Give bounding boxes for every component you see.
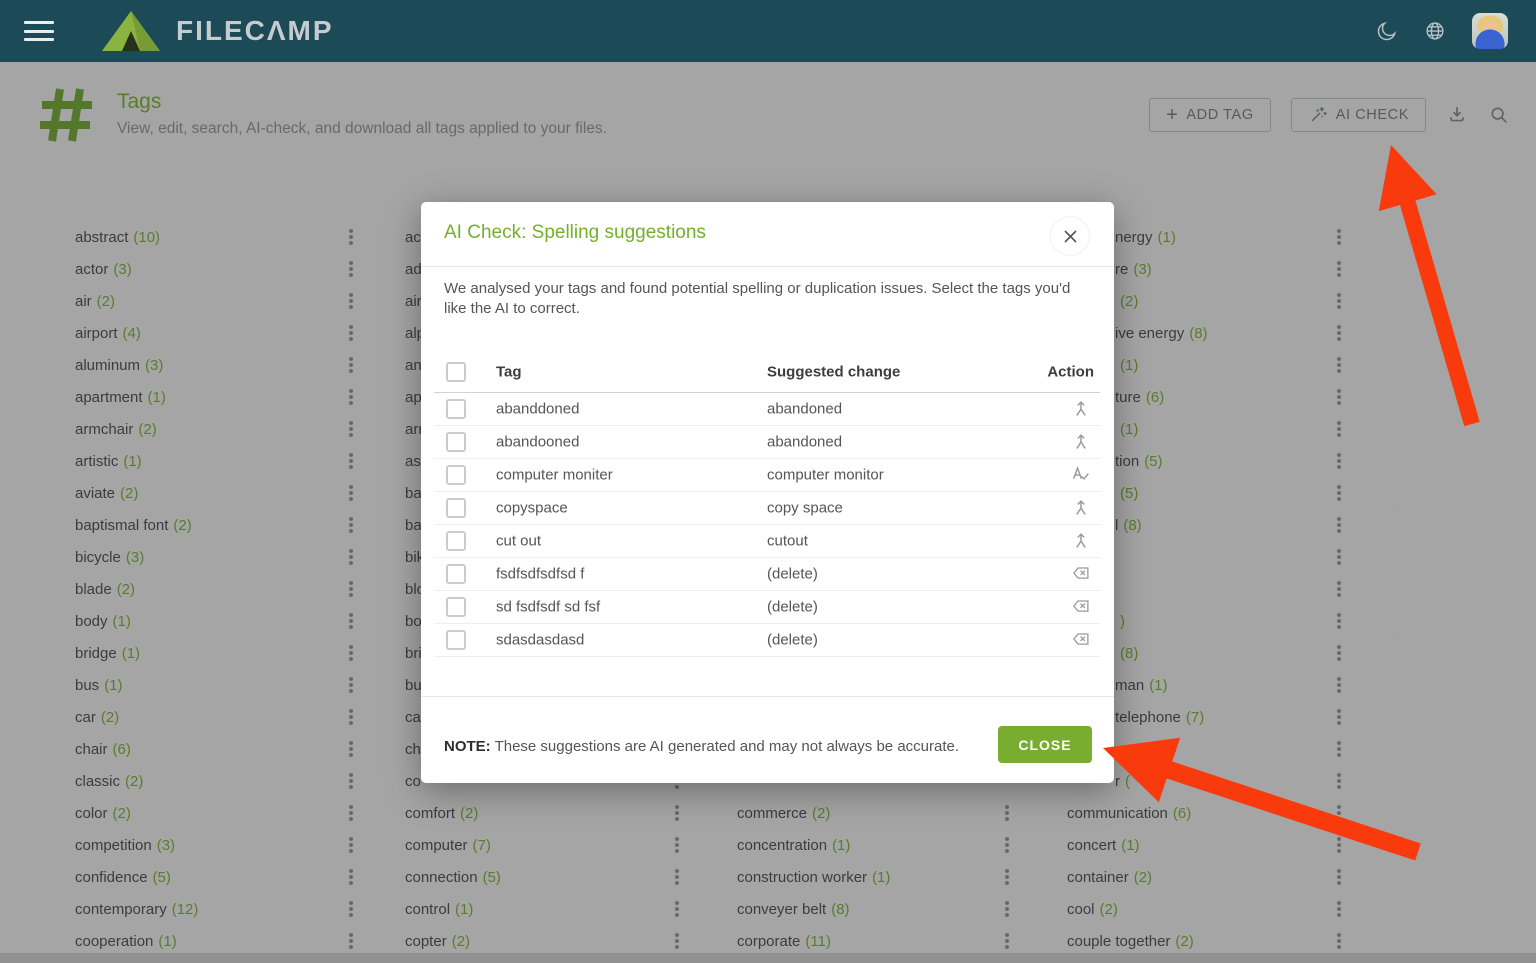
spellcheck-icon[interactable]	[1070, 464, 1092, 486]
suggestion-row: fsdfsdfsdfsd f (delete)	[434, 558, 1100, 591]
row-tag: cut out	[496, 533, 541, 550]
close-icon[interactable]	[1050, 216, 1090, 256]
menu-icon[interactable]	[24, 21, 54, 41]
suggestions-table: Tag Suggested change Action abanddonedab…	[434, 352, 1100, 657]
note-label: NOTE:	[444, 738, 491, 755]
column-header-tag: Tag	[496, 364, 522, 381]
row-tag: copyspace	[496, 500, 568, 517]
row-suggestion: cutout	[767, 533, 808, 550]
tent-logo-icon	[100, 9, 162, 53]
row-suggestion: computer monitor	[767, 467, 884, 484]
suggestion-row: copyspace copy space	[434, 492, 1100, 525]
select-all-checkbox[interactable]	[446, 362, 466, 382]
merge-icon[interactable]	[1070, 431, 1092, 453]
suggestion-row: abandooned abandoned	[434, 426, 1100, 459]
brand-text: FILECΛMP	[176, 15, 334, 47]
row-suggestion: (delete)	[767, 566, 818, 583]
suggestion-row: sd fsdfsdf sd fsf (delete)	[434, 591, 1100, 624]
row-suggestion: abandoned	[767, 401, 842, 418]
row-tag: computer moniter	[496, 467, 613, 484]
row-checkbox[interactable]	[446, 498, 466, 518]
divider	[421, 696, 1114, 697]
row-tag: fsdfsdfsdfsd f	[496, 566, 584, 583]
row-suggestion: (delete)	[767, 599, 818, 616]
avatar[interactable]	[1472, 13, 1508, 49]
row-tag: abandooned	[496, 434, 579, 451]
row-tag: sd fsdfsdf sd fsf	[496, 599, 600, 616]
suggestion-row: abanddoned abandoned	[434, 393, 1100, 426]
filecamp-logo: FILECΛMP	[100, 9, 334, 53]
row-suggestion: (delete)	[767, 632, 818, 649]
globe-icon[interactable]	[1424, 20, 1446, 42]
note-text: These suggestions are AI generated and m…	[491, 738, 959, 755]
backspace-icon[interactable]	[1070, 629, 1092, 651]
row-checkbox[interactable]	[446, 465, 466, 485]
row-tag: abanddoned	[496, 401, 579, 418]
row-checkbox[interactable]	[446, 564, 466, 584]
suggestion-row: cut out cutout	[434, 525, 1100, 558]
row-suggestion: abandoned	[767, 434, 842, 451]
suggestion-row: sdasdasdasd (delete)	[434, 624, 1100, 657]
row-checkbox[interactable]	[446, 630, 466, 650]
backspace-icon[interactable]	[1070, 596, 1092, 618]
merge-icon[interactable]	[1070, 530, 1092, 552]
row-checkbox[interactable]	[446, 597, 466, 617]
modal-note: NOTE: These suggestions are AI generated…	[444, 738, 959, 755]
column-header-action: Action	[1047, 364, 1094, 381]
column-header-suggested: Suggested change	[767, 364, 900, 381]
row-checkbox[interactable]	[446, 531, 466, 551]
app-bar: FILECΛMP	[0, 0, 1536, 62]
moon-icon[interactable]	[1376, 20, 1398, 42]
merge-icon[interactable]	[1070, 497, 1092, 519]
suggestion-row: computer moniter computer monitor	[434, 459, 1100, 492]
modal-description: We analysed your tags and found potentia…	[444, 279, 1092, 319]
modal-title: AI Check: Spelling suggestions	[444, 222, 706, 244]
backspace-icon[interactable]	[1070, 563, 1092, 585]
merge-icon[interactable]	[1070, 398, 1092, 420]
divider	[421, 266, 1114, 267]
row-checkbox[interactable]	[446, 432, 466, 452]
ai-check-modal: AI Check: Spelling suggestions We analys…	[421, 202, 1114, 783]
table-header-row: Tag Suggested change Action	[434, 352, 1100, 393]
row-suggestion: copy space	[767, 500, 843, 517]
row-checkbox[interactable]	[446, 399, 466, 419]
row-tag: sdasdasdasd	[496, 632, 584, 649]
close-button[interactable]: CLOSE	[998, 726, 1092, 763]
